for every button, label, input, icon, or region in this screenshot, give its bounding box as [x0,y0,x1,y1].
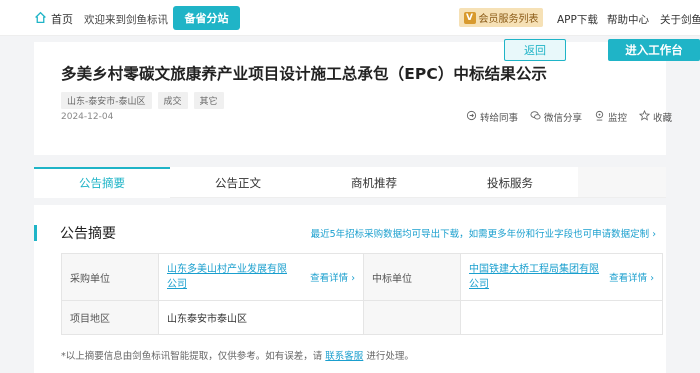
tag-list: 山东-泰安市-泰山区 成交 其它 [61,92,224,109]
summary-panel: 公告摘要 最近5年招标采购数据均可导出下载，如需更多年份和行业字段也可申请数据定… [34,205,666,373]
top-navbar: 首页 欢迎来到剑鱼标讯 备省分站 V 会员服务列表 APP下载 帮助中心 关于剑… [0,0,700,36]
contact-service-link[interactable]: 联系客服 [325,351,363,362]
summary-title: 公告摘要 [60,226,116,242]
publish-date: 2024-12-04 [61,112,114,122]
summary-table: 采购单位 山东多美山村产业发展有限公司 查看详情 › 中标单位 中国铁建大桥工程… [61,253,663,335]
member-services-label: 会员服务列表 [478,14,539,25]
tag-status[interactable]: 成交 [157,92,188,109]
announcement-header: 多美乡村零碳文旅康养产业项目设计施工总承包（EPC）中标结果公示 山东-泰安市-… [34,42,672,155]
region-value: 山东泰安市泰山区 [158,300,364,335]
purchaser-cell: 山东多美山村产业发展有限公司 查看详情 › [158,253,364,301]
vip-icon: V [463,11,476,24]
workbench-button[interactable]: 进入工作台 [608,39,700,61]
help-center-link[interactable]: 帮助中心 [607,12,649,27]
purchaser-detail-link[interactable]: 查看详情 › [310,270,355,284]
region-label: 项目地区 [61,300,159,335]
favorite-label: 收藏 [653,113,673,124]
winner-link[interactable]: 中国铁建大桥工程局集团有限公司 [469,262,599,292]
back-button[interactable]: 返回 [504,39,566,61]
home-label: 首页 [51,13,73,26]
forward-button[interactable]: 转给同事 [466,110,518,124]
tag-region[interactable]: 山东-泰安市-泰山区 [61,92,152,109]
section-accent-bar [34,225,37,241]
wechat-share-button[interactable]: 微信分享 [530,110,582,124]
monitor-icon [594,110,605,124]
action-bar: 转给同事 微信分享 监控 收藏 [466,109,673,124]
wechat-icon [530,110,541,124]
about-link[interactable]: 关于剑鱼 [660,12,700,27]
chevron-right-icon: › [649,229,656,240]
table-row: 采购单位 山东多美山村产业发展有限公司 查看详情 › 中标单位 中国铁建大桥工程… [61,253,663,301]
star-icon [638,109,651,124]
forward-icon [466,110,477,124]
tab-bid-services[interactable]: 投标服务 [442,167,578,198]
empty-cell [363,300,461,335]
winner-detail-link[interactable]: 查看详情 › [609,270,654,284]
tab-summary[interactable]: 公告摘要 [34,167,170,198]
empty-cell [460,300,663,335]
purchaser-label: 采购单位 [61,253,159,301]
home-icon [34,11,47,27]
data-export-link[interactable]: 最近5年招标采购数据均可导出下载，如需更多年份和行业字段也可申请数据定制 › [311,226,656,240]
monitor-button[interactable]: 监控 [594,110,627,124]
welcome-text: 欢迎来到剑鱼标讯 [84,14,168,26]
table-row: 项目地区 山东泰安市泰山区 [61,300,663,335]
favorite-button[interactable]: 收藏 [638,109,673,124]
page-title: 多美乡村零碳文旅康养产业项目设计施工总承包（EPC）中标结果公示 [61,65,548,83]
app-download-link[interactable]: APP下载 [557,12,598,27]
forward-label: 转给同事 [480,113,519,124]
monitor-label: 监控 [608,113,628,124]
winner-cell: 中国铁建大桥工程局集团有限公司 查看详情 › [460,253,663,301]
purchaser-link[interactable]: 山东多美山村产业发展有限公司 [167,262,287,292]
winner-label: 中标单位 [363,253,461,301]
content-tabs: 公告摘要 公告正文 商机推荐 投标服务 [34,167,666,198]
wechat-share-label: 微信分享 [544,113,583,124]
branch-site-button[interactable]: 备省分站 [173,6,240,30]
tag-type[interactable]: 其它 [193,92,224,109]
tab-full-text[interactable]: 公告正文 [170,167,306,198]
disclaimer-note: *以上摘要信息由剑鱼标讯智能提取，仅供参考。如有误差，请 联系客服 进行处理。 [61,351,414,362]
tab-recommendations[interactable]: 商机推荐 [306,167,442,198]
member-services-button[interactable]: V 会员服务列表 [459,8,543,27]
home-link[interactable]: 首页 [34,11,73,27]
